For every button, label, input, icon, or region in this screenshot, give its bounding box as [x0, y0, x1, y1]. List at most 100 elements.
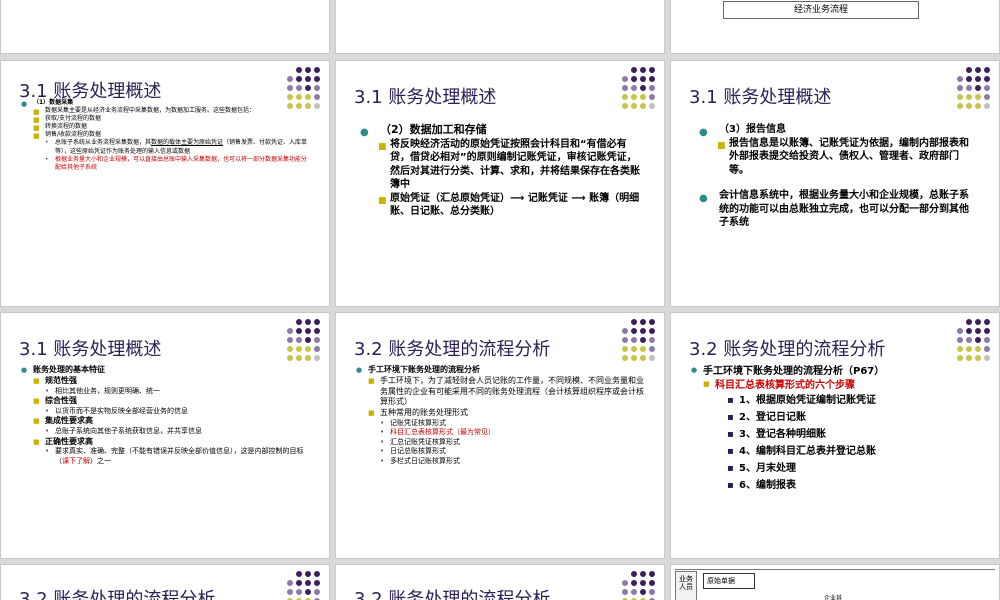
dot-shape: [975, 103, 981, 109]
slide-thumb-9[interactable]: 业务人员 原始单据 企业其: [670, 564, 1000, 600]
dot-shape: [305, 67, 311, 73]
slide-thumb-top-1[interactable]: [0, 0, 330, 54]
dot-shape: [966, 328, 972, 334]
decorative-dots-icon: [287, 319, 323, 369]
slide-thumb-6[interactable]: 3.2 账务处理的流程分析 手工环境下账务处理的流程分析（P67） 科目汇总表核…: [670, 312, 1000, 559]
list-item: 1、根据原始凭证编制记账凭证: [691, 392, 981, 409]
dot-shape: [314, 337, 320, 343]
list-item: 汇总记账凭证核算形式: [356, 438, 646, 448]
dot-shape: [296, 337, 302, 343]
heading: 会计信息系统中，根据业务量大小和企业规模，总账子系统的功能可以由总账独立完成，也…: [699, 189, 975, 230]
dot-shape: [305, 346, 311, 352]
dot-shape: [631, 571, 637, 577]
list-item: 规范性强: [21, 376, 311, 387]
dot-shape: [287, 67, 293, 73]
dot-shape: [966, 337, 972, 343]
heading: （2）数据加工和存储: [360, 123, 640, 139]
dot-shape: [287, 355, 293, 361]
dot-shape: [287, 589, 293, 595]
slide-thumb-3[interactable]: 3.1 账务处理概述 （3）报告信息 报告信息是以账簿、记账凭证为依据，编制内部…: [670, 60, 1000, 307]
dot-shape: [622, 337, 628, 343]
dot-shape: [640, 94, 646, 100]
dot-shape: [957, 67, 963, 73]
dot-shape: [649, 103, 655, 109]
dot-shape: [649, 355, 655, 361]
slide-thumb-8[interactable]: 3.2 账务处理的流程分析: [335, 564, 665, 600]
dot-shape: [640, 337, 646, 343]
dot-shape: [957, 85, 963, 91]
slide-thumb-7[interactable]: 3.2 账务处理的流程分析: [0, 564, 330, 600]
diagram-box: 企业其: [824, 595, 843, 600]
dot-shape: [966, 85, 972, 91]
dot-shape: [296, 67, 302, 73]
list-item: 多栏式日记账核算形式: [356, 457, 646, 467]
heading: 账务处理的基本特征: [21, 365, 311, 376]
dot-shape: [622, 76, 628, 82]
dot-shape: [314, 328, 320, 334]
text-highlight: 课下了解: [62, 456, 90, 465]
list-item: 日记总账核算形式: [356, 447, 646, 457]
dot-shape: [966, 94, 972, 100]
list-item: 总账子系统从业务流程采集数据，其数据的载体主要为原始凭证（销售发票、付款凭证、入…: [21, 139, 311, 155]
dot-shape: [984, 67, 990, 73]
dot-shape: [984, 103, 990, 109]
dot-shape: [649, 580, 655, 586]
slide-thumb-2[interactable]: 3.1 账务处理概述 （2）数据加工和存储 将反映经济活动的原始凭证按照会计科目…: [335, 60, 665, 307]
decorative-dots-icon: [957, 67, 993, 117]
slide-thumb-4[interactable]: 3.1 账务处理概述 账务处理的基本特征 规范性强 相比其他业务，规则更明确、统…: [0, 312, 330, 559]
dot-shape: [287, 571, 293, 577]
dot-shape: [622, 346, 628, 352]
slide-body: 手工环境下账务处理的流程分析 手工环境下，为了减轻财会人员记账的工作量，不同规模…: [356, 365, 646, 467]
dot-shape: [287, 346, 293, 352]
dot-shape: [957, 94, 963, 100]
dot-shape: [975, 319, 981, 325]
slide-thumb-1[interactable]: 3.1 账务处理概述 （1）数据采集 数据采集主要是从经济业务流程中采集数据，为…: [0, 60, 330, 307]
flow-diagram: 业务人员 原始单据 企业其: [671, 565, 999, 600]
dot-shape: [975, 85, 981, 91]
decorative-dots-icon: [957, 319, 993, 369]
dot-shape: [649, 346, 655, 352]
slide-title: 3.2 账务处理的流程分析: [354, 589, 551, 600]
dot-shape: [622, 94, 628, 100]
dot-shape: [305, 337, 311, 343]
dot-shape: [287, 328, 293, 334]
dot-shape: [314, 85, 320, 91]
dot-shape: [631, 103, 637, 109]
slide-thumb-top-3[interactable]: 经济业务流程: [670, 0, 1000, 54]
dot-shape: [966, 355, 972, 361]
list-item: 总账子系统向其他子系统获取信息，并共享信息: [21, 427, 311, 437]
dot-shape: [314, 580, 320, 586]
dot-shape: [966, 103, 972, 109]
dot-shape: [957, 328, 963, 334]
slide-thumb-5[interactable]: 3.2 账务处理的流程分析 手工环境下账务处理的流程分析 手工环境下，为了减轻财…: [335, 312, 665, 559]
dot-shape: [296, 76, 302, 82]
dot-shape: [966, 346, 972, 352]
list-item: 5、月末处理: [691, 460, 981, 477]
dot-shape: [957, 76, 963, 82]
dot-shape: [296, 580, 302, 586]
dot-shape: [287, 76, 293, 82]
slide-thumb-top-2[interactable]: [335, 0, 665, 54]
dot-shape: [640, 85, 646, 91]
decorative-dots-icon: [622, 319, 658, 369]
dot-shape: [984, 94, 990, 100]
dot-shape: [305, 85, 311, 91]
dot-shape: [287, 319, 293, 325]
dot-shape: [640, 319, 646, 325]
dot-shape: [975, 94, 981, 100]
dot-shape: [631, 85, 637, 91]
dot-shape: [631, 319, 637, 325]
dot-shape: [622, 319, 628, 325]
slide-body: （1）数据采集 数据采集主要是从经济业务流程中采集数据，为数据加工服务。这些数据…: [21, 99, 311, 172]
dot-shape: [966, 76, 972, 82]
dot-shape: [640, 580, 646, 586]
list-item: 将反映经济活动的原始凭证按照会计科目和“有借必有贷，借贷必相对”的原则编制记账凭…: [360, 138, 640, 192]
dot-shape: [314, 319, 320, 325]
dot-shape: [631, 67, 637, 73]
dot-shape: [649, 328, 655, 334]
dot-shape: [305, 328, 311, 334]
dot-shape: [640, 346, 646, 352]
dot-shape: [631, 76, 637, 82]
dot-shape: [296, 328, 302, 334]
dot-shape: [631, 94, 637, 100]
